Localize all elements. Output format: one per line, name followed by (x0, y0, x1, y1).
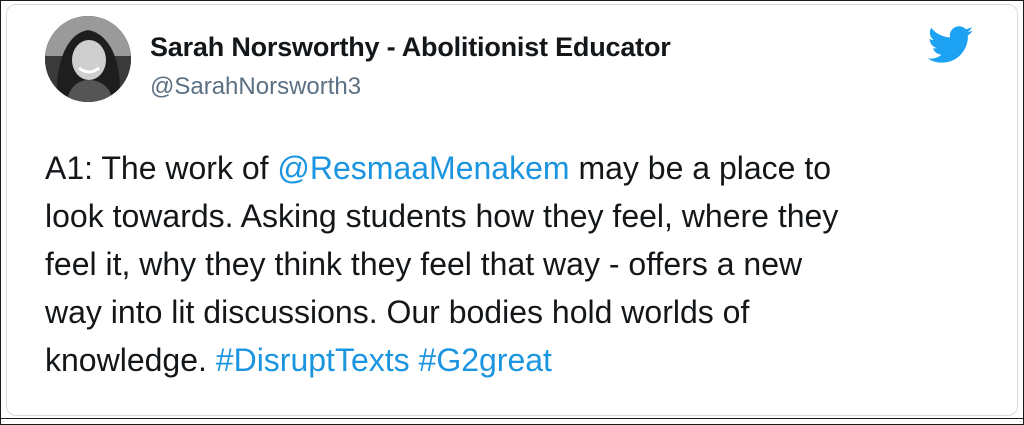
avatar[interactable] (45, 16, 131, 102)
tweet-text-segment: A1: The work of (45, 150, 278, 186)
tweet-line-5: knowledge. #DisruptTexts #G2great (45, 336, 995, 384)
tweet-text-segment: may be a place to (569, 150, 832, 186)
tweet-line-2: look towards. Asking students how they f… (45, 198, 839, 234)
mention-link[interactable]: @ResmaaMenakem (277, 150, 569, 186)
display-name[interactable]: Sarah Norsworthy - Abolitionist Educator (150, 32, 671, 63)
hashtag-link[interactable]: #DisruptTexts (216, 342, 410, 378)
user-photo-icon (45, 16, 131, 102)
hashtag-link[interactable]: #G2great (419, 342, 552, 378)
tweet-text-segment: knowledge. (45, 342, 216, 378)
tweet-text: A1: The work of @ResmaaMenakem may be a … (45, 144, 995, 384)
tweet-line-3: feel it, why they think they feel that w… (45, 246, 803, 282)
bottom-divider (0, 418, 1024, 419)
tweet-line-1: A1: The work of @ResmaaMenakem may be a … (45, 144, 995, 192)
tweet-line-4: way into lit discussions. Our bodies hol… (45, 294, 750, 330)
user-handle[interactable]: @SarahNorsworth3 (150, 73, 361, 101)
twitter-bird-icon[interactable] (928, 26, 974, 64)
